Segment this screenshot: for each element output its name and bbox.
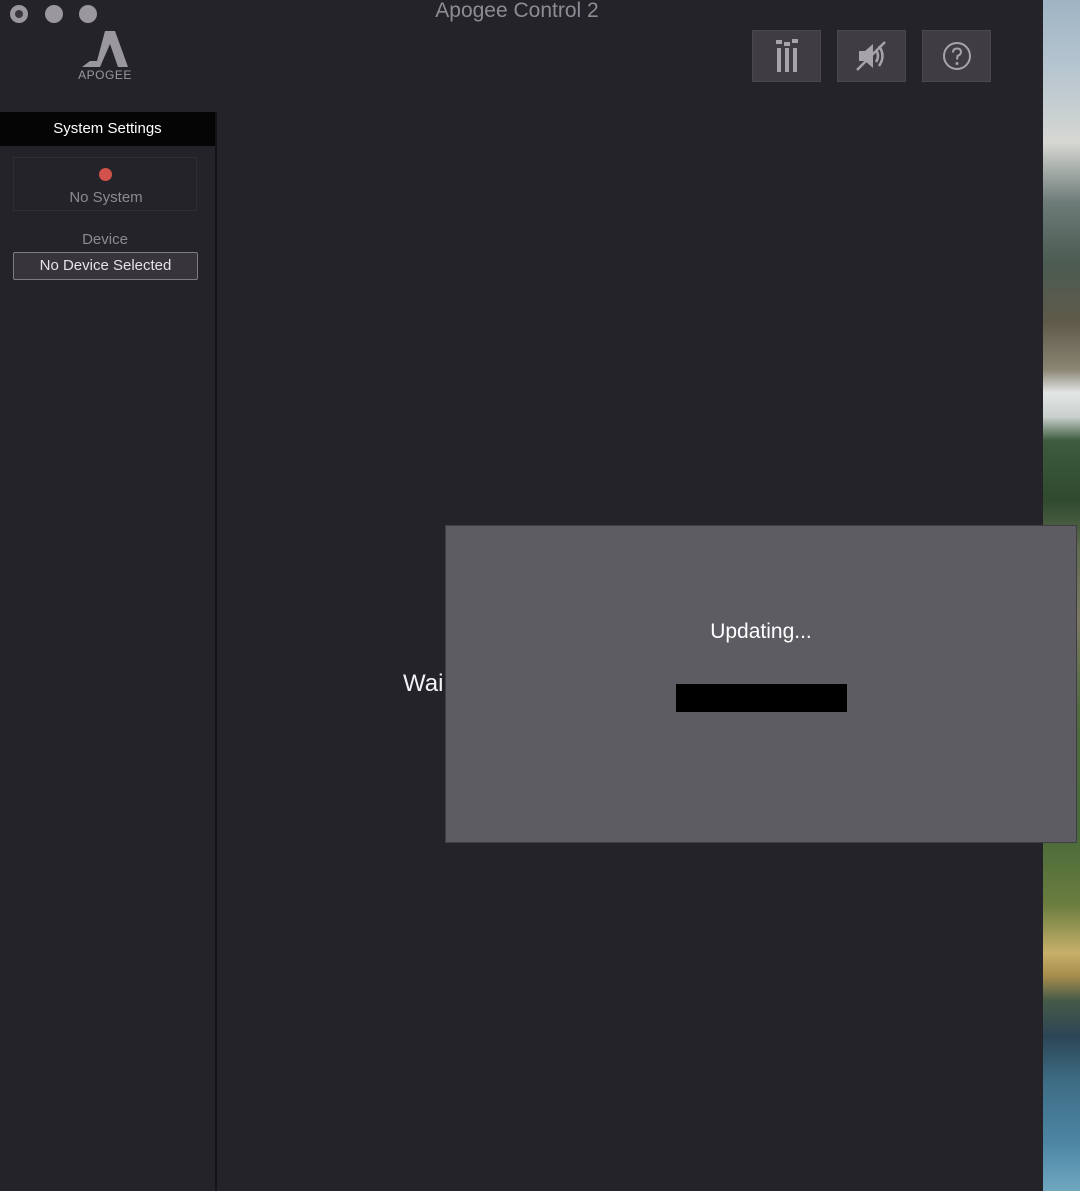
logo-text: APOGEE [78, 68, 132, 82]
title-bar: Apogee Control 2 APOGEE [0, 0, 1043, 112]
system-status-panel: No System [13, 157, 197, 211]
waiting-message: Wai [403, 670, 444, 697]
close-window-button[interactable] [10, 5, 28, 23]
device-label: Device [82, 231, 128, 248]
system-settings-header[interactable]: System Settings [0, 112, 215, 146]
help-icon [942, 42, 971, 70]
dialog-title: Updating... [710, 620, 812, 643]
window-title: Apogee Control 2 [435, 0, 599, 22]
minimize-window-button[interactable] [45, 5, 63, 23]
mute-speaker-icon [855, 41, 886, 71]
status-indicator-icon [99, 168, 112, 181]
mixer-icon [775, 39, 798, 72]
help-button[interactable] [922, 30, 991, 82]
device-select[interactable]: No Device Selected [13, 252, 198, 280]
updating-dialog: Updating... [445, 525, 1077, 843]
apogee-logo: APOGEE [70, 28, 140, 86]
update-progress-bar [676, 684, 847, 712]
mute-button[interactable] [837, 30, 906, 82]
screen: Apogee Control 2 APOGEE System Settings … [0, 0, 1080, 1191]
apogee-logo-icon [82, 31, 128, 67]
mixer-button[interactable] [752, 30, 821, 82]
sidebar: System Settings No System Device No Devi… [0, 112, 217, 1191]
zoom-window-button[interactable] [79, 5, 97, 23]
system-status-label: No System [69, 189, 143, 206]
